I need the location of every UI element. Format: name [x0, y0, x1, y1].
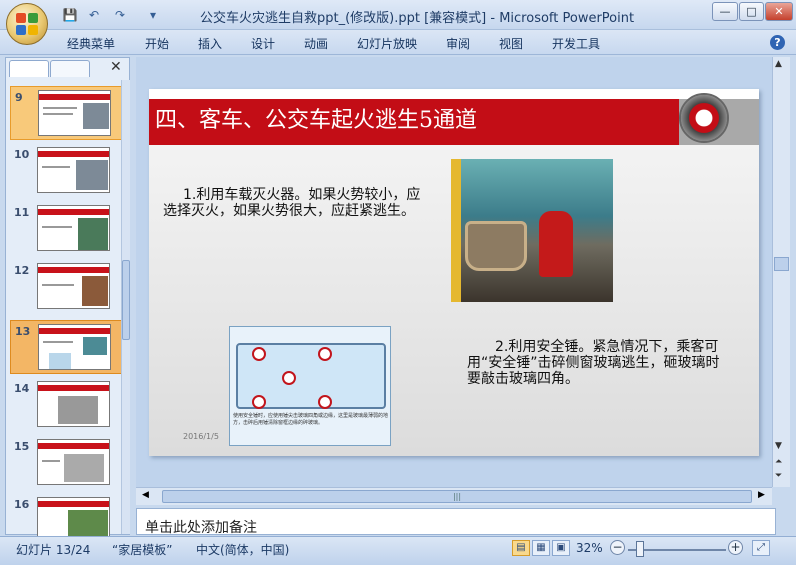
text-extinguisher[interactable]: 1.利用车载灭火器。如果火势较小，应选择灭火，如果火势很大，应赶紧逃生。	[163, 187, 431, 219]
slide-thumbnail-9[interactable]: 9	[10, 86, 126, 140]
previous-slide-icon[interactable]: ⏶	[775, 457, 782, 467]
text-safety-hammer[interactable]: 2.利用安全锤。紧急情况下，乘客可用“安全锤”击碎侧窗玻璃逃生，砸玻璃时要敲击玻…	[467, 339, 721, 387]
cross-mark-icon	[282, 371, 296, 385]
notes-placeholder: 单击此处添加备注	[145, 520, 257, 536]
tab-insert[interactable]: 插入	[198, 35, 222, 52]
help-icon[interactable]: ?	[770, 35, 785, 50]
zoom-slider-handle[interactable]	[636, 541, 644, 557]
minimize-button[interactable]: —	[712, 2, 738, 21]
status-bar: 幻灯片 13/24 “家居模板” 中文(简体，中国) ▤ ▦ ▣ 32% − +…	[0, 536, 796, 565]
fire-emblem-icon	[679, 93, 729, 143]
vertical-scrollbar[interactable]: ▲ ▼ ⏶ ⏷	[772, 57, 790, 487]
thumbnail-number: 13	[15, 325, 31, 338]
illustration-caption: 使用安全锤时，应使用锤尖击玻璃四角或边缘，这里是玻璃最薄弱的地方，击碎后用锤清除…	[233, 413, 389, 426]
thumbnail-preview	[37, 147, 110, 193]
slide-thumbnail-12[interactable]: 12	[10, 260, 126, 314]
theme-name[interactable]: “家居模板”	[112, 541, 172, 558]
thumbnail-number: 15	[14, 440, 30, 453]
office-button[interactable]	[6, 3, 48, 45]
normal-view-button[interactable]: ▤	[512, 540, 530, 556]
check-mark-icon	[252, 395, 266, 409]
office-logo-icon	[16, 13, 38, 35]
window-title: 公交车火灾逃生自救ppt_(修改版).ppt [兼容模式] - Microsof…	[200, 11, 635, 26]
scroll-up-icon[interactable]: ▲	[775, 59, 782, 69]
tab-design[interactable]: 设计	[251, 35, 275, 52]
maximize-button[interactable]: □	[739, 2, 764, 21]
thumbnail-preview	[38, 90, 111, 136]
tab-slideshow[interactable]: 幻灯片放映	[357, 35, 417, 52]
title-bar: 💾 ↶ ↷ ▾ 公交车火灾逃生自救ppt_(修改版).ppt [兼容模式] - …	[0, 0, 796, 30]
zoom-out-button[interactable]: −	[610, 540, 625, 555]
slide-thumbnail-15[interactable]: 15	[10, 436, 126, 490]
check-mark-icon	[252, 347, 266, 361]
check-mark-icon	[318, 347, 332, 361]
tab-home[interactable]: 开始	[145, 35, 169, 52]
zoom-in-button[interactable]: +	[728, 540, 743, 555]
slideshow-button[interactable]: ▣	[552, 540, 570, 556]
thumbnail-number: 16	[14, 498, 30, 511]
ribbon-tabs: 经典菜单 开始 插入 设计 动画 幻灯片放映 审阅 视图 开发工具 ?	[0, 30, 796, 55]
panel-scroll-thumb[interactable]	[122, 260, 130, 340]
tab-outline[interactable]	[50, 60, 90, 77]
thumbnail-number: 12	[14, 264, 30, 277]
slide-thumbnail-13[interactable]: 13	[10, 320, 126, 374]
scroll-right-icon[interactable]: ▶	[758, 490, 765, 500]
thumbnail-number: 11	[14, 206, 30, 219]
slide-date: 2016/1/5	[183, 432, 219, 441]
slide-counter: 幻灯片 13/24	[16, 543, 91, 557]
thumbnail-preview	[37, 263, 110, 309]
tab-review[interactable]: 审阅	[446, 35, 470, 52]
scroll-down-icon[interactable]: ▼	[775, 441, 782, 451]
thumbnail-preview	[38, 324, 111, 370]
check-mark-icon	[318, 395, 332, 409]
undo-icon[interactable]: ↶	[86, 7, 102, 23]
language-indicator[interactable]: 中文(简体，中国)	[196, 541, 289, 558]
slide-thumbnail-14[interactable]: 14	[10, 378, 126, 432]
slide[interactable]: 四、客车、公交车起火逃生5通道 1.利用车载灭火器。如果火势较小，应选择灭火，如…	[149, 89, 759, 456]
tab-classic-menu[interactable]: 经典菜单	[67, 35, 115, 52]
safety-hammer-illustration[interactable]: 使用安全锤时，应使用锤尖击玻璃四角或边缘，这里是玻璃最薄弱的地方，击碎后用锤清除…	[229, 326, 391, 446]
horizontal-scroll-thumb[interactable]: |||	[162, 490, 752, 503]
next-slide-icon[interactable]: ⏷	[775, 471, 782, 481]
thumbnail-number: 9	[15, 91, 23, 104]
slide-thumbnail-10[interactable]: 10	[10, 144, 126, 198]
slide-title[interactable]: 四、客车、公交车起火逃生5通道	[155, 102, 477, 134]
slide-canvas: 四、客车、公交车起火逃生5通道 1.利用车载灭火器。如果火势较小，应选择灭火，如…	[136, 57, 772, 487]
zoom-level[interactable]: 32%	[576, 541, 603, 555]
panel-scrollbar[interactable]	[121, 80, 130, 534]
fit-to-window-button[interactable]: ⤢	[752, 540, 770, 556]
thumbnail-preview	[37, 439, 110, 485]
slides-panel: ✕ 9 10 11 12 13 14 15 16	[5, 57, 130, 543]
notes-pane[interactable]: 单击此处添加备注	[136, 508, 776, 536]
vertical-scroll-thumb[interactable]	[774, 257, 789, 271]
qat-more-icon[interactable]: ▾	[145, 7, 161, 23]
tab-slides[interactable]	[9, 60, 49, 77]
slide-sorter-button[interactable]: ▦	[532, 540, 550, 556]
redo-icon[interactable]: ↷	[112, 7, 128, 23]
fire-extinguisher-photo[interactable]	[451, 159, 613, 302]
tab-view[interactable]: 视图	[499, 35, 523, 52]
scroll-left-icon[interactable]: ◀	[142, 490, 149, 500]
tab-developer[interactable]: 开发工具	[552, 35, 600, 52]
thumbnail-preview	[37, 205, 110, 251]
thumbnail-number: 10	[14, 148, 30, 161]
slide-thumbnail-11[interactable]: 11	[10, 202, 126, 256]
horizontal-scrollbar[interactable]: ◀ ||| ▶	[136, 487, 772, 505]
close-button[interactable]: ✕	[765, 2, 793, 21]
panel-close-icon[interactable]: ✕	[110, 59, 122, 75]
thumbnail-preview	[37, 381, 110, 427]
thumbnail-number: 14	[14, 382, 30, 395]
tab-animation[interactable]: 动画	[304, 35, 328, 52]
save-icon[interactable]: 💾	[62, 7, 78, 23]
